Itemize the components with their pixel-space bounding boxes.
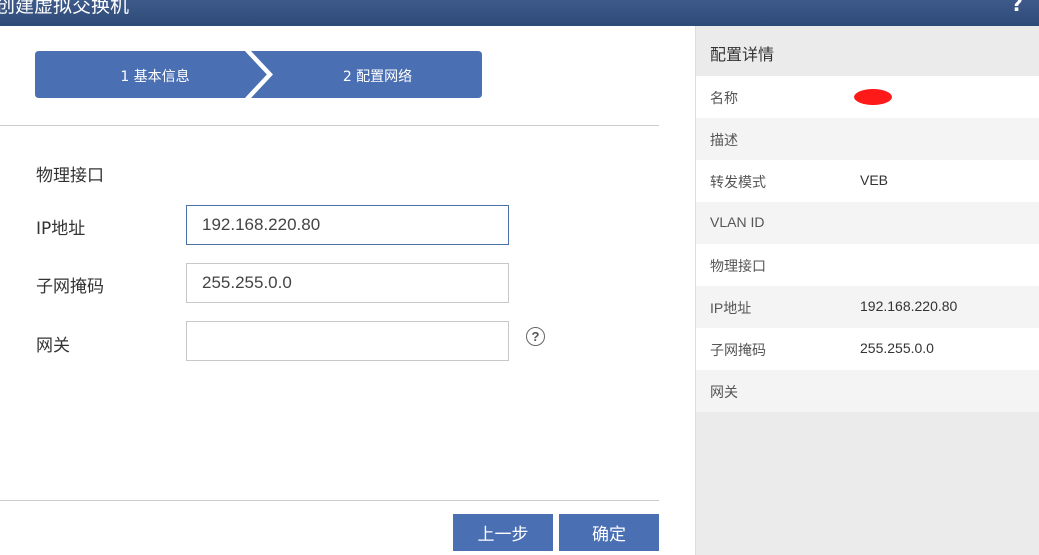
question-circle-icon[interactable]: ? [526, 327, 545, 346]
detail-row-gateway: 网关 [696, 370, 1039, 412]
details-title: 配置详情 [710, 45, 775, 64]
ip-field[interactable] [186, 205, 509, 245]
detail-row-ip: IP地址 192.168.220.80 [696, 286, 1039, 328]
detail-row-forward-mode: 转发模式 VEB [696, 160, 1039, 202]
detail-row-description: 描述 [696, 118, 1039, 160]
divider [0, 500, 659, 501]
physical-interface-label: 物理接口 [36, 166, 104, 186]
redaction-mark [854, 89, 892, 105]
wizard-panel: 1 基本信息 2 配置网络 物理接口 IP地址 子网掩码 网关 ? 上一步 确定 [0, 26, 695, 555]
mask-label: 子网掩码 [36, 277, 104, 297]
detail-key: IP地址 [710, 300, 752, 316]
ip-label: IP地址 [36, 219, 86, 239]
detail-key: 描述 [710, 132, 738, 148]
gateway-field[interactable] [186, 321, 509, 361]
details-panel: 配置详情 名称 描述 转发模式 VEB VLAN ID 物理接口 IP地址 19… [695, 26, 1039, 555]
help-icon[interactable]: ? [1011, 0, 1023, 16]
divider [0, 125, 659, 126]
mask-field[interactable] [186, 263, 509, 303]
details-header: 配置详情 [696, 26, 1039, 76]
title-bar: 创建虚拟交换机 ? [0, 0, 1039, 26]
detail-key: VLAN ID [710, 214, 765, 230]
detail-row-name: 名称 [696, 76, 1039, 118]
wizard-steps: 1 基本信息 2 配置网络 [35, 51, 482, 98]
detail-value: 255.255.0.0 [860, 340, 934, 356]
gateway-label: 网关 [36, 336, 70, 356]
detail-row-vlan: VLAN ID [696, 202, 1039, 244]
prev-step-button[interactable]: 上一步 [453, 514, 553, 551]
detail-value: VEB [860, 172, 889, 188]
detail-key: 网关 [710, 384, 738, 400]
step-2-label: 2 配置网络 [342, 69, 413, 85]
detail-key: 转发模式 [710, 174, 766, 190]
detail-value: 192.168.220.80 [860, 298, 958, 314]
window-title: 创建虚拟交换机 [0, 0, 130, 17]
detail-row-physical-interface: 物理接口 [696, 244, 1039, 286]
detail-key: 名称 [710, 90, 738, 106]
step-1-label: 1 基本信息 [120, 69, 190, 85]
detail-row-mask: 子网掩码 255.255.0.0 [696, 328, 1039, 370]
detail-key: 物理接口 [710, 258, 766, 274]
confirm-button[interactable]: 确定 [559, 514, 659, 551]
detail-key: 子网掩码 [710, 342, 766, 358]
